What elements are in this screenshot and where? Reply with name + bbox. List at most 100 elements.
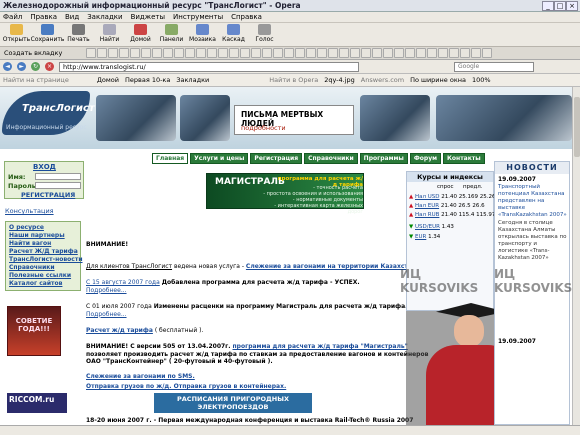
menu-partners[interactable]: Наши партнеры [6, 232, 80, 240]
cascade-button[interactable]: Каскад [220, 24, 247, 46]
username-input[interactable] [35, 173, 81, 180]
tab-28[interactable] [383, 48, 394, 58]
tab-forum[interactable]: Форум [409, 153, 442, 164]
tab-25[interactable] [350, 48, 361, 58]
home-button[interactable]: Домой [127, 24, 154, 46]
answers-search[interactable]: Answers.com [361, 76, 404, 84]
close-button[interactable]: × [566, 1, 578, 11]
bookmark-folder[interactable]: Закладки [176, 76, 209, 84]
tab-36[interactable] [471, 48, 482, 58]
tab-5[interactable] [130, 48, 141, 58]
find-button[interactable]: Найти [96, 24, 123, 46]
menu-find-wagon[interactable]: Найти вагон [6, 240, 80, 248]
stop-icon[interactable]: × [45, 62, 54, 71]
search-field[interactable]: Google [454, 61, 534, 72]
tab-registration[interactable]: Регистрация [250, 153, 303, 164]
tab-12[interactable] [207, 48, 218, 58]
tab-13[interactable] [218, 48, 229, 58]
opera-search[interactable]: Найти в Opera [269, 76, 318, 84]
password-input[interactable] [35, 182, 81, 189]
riccom-ad[interactable]: RICCOM.ru [7, 393, 67, 413]
find-in-page[interactable]: Найти на странице [3, 76, 69, 84]
voice-button[interactable]: Голос [251, 24, 278, 46]
menu-view[interactable]: Вид [65, 13, 79, 21]
tab-21[interactable] [306, 48, 317, 58]
tab-18[interactable] [273, 48, 284, 58]
menu-help[interactable]: Справка [231, 13, 262, 21]
menu-about[interactable]: О ресурсе [6, 224, 80, 232]
maximize-button[interactable]: □ [554, 1, 566, 11]
print-button[interactable]: Печать [65, 24, 92, 46]
cargo-link[interactable]: Отправка грузов по ж/д. Отправка грузов … [86, 383, 286, 391]
tab-22[interactable] [317, 48, 328, 58]
tab-29[interactable] [394, 48, 405, 58]
tab-directories[interactable]: Справочники [304, 153, 358, 164]
tab-9[interactable] [174, 48, 185, 58]
tab-26[interactable] [361, 48, 372, 58]
menu-file[interactable]: Файл [3, 13, 22, 21]
news-item-1[interactable]: Транспортный потенциал Казахстана предст… [498, 184, 568, 219]
tab-17[interactable] [262, 48, 273, 58]
menu-catalog[interactable]: Каталог сайтов [6, 280, 80, 288]
tab-23[interactable] [328, 48, 339, 58]
bookmark-home[interactable]: Домой [97, 76, 119, 84]
magistral-banner[interactable]: МАГИСТРАЛЬ программа для расчета ж/д тар… [206, 173, 364, 215]
tab-7[interactable] [152, 48, 163, 58]
scrollbar-thumb[interactable] [574, 97, 580, 157]
tab-8[interactable] [163, 48, 174, 58]
site-logo[interactable]: ТрансЛогист Информационный ресурс [2, 91, 95, 135]
tab-10[interactable] [185, 48, 196, 58]
tile-button[interactable]: Мозаика [189, 24, 216, 46]
open-button[interactable]: Открыть [3, 24, 30, 46]
tab-34[interactable] [449, 48, 460, 58]
tab-24[interactable] [339, 48, 350, 58]
tab-30[interactable] [405, 48, 416, 58]
bookmark-image[interactable]: 2qy-4.jpg [324, 76, 355, 84]
address-field[interactable]: http://www.translogist.ru/ [59, 61, 359, 72]
tab-1[interactable] [86, 48, 97, 58]
menu-edit[interactable]: Правка [30, 13, 57, 21]
tab-33[interactable] [438, 48, 449, 58]
menu-tools[interactable]: Инструменты [173, 13, 223, 21]
menu-tariff[interactable]: Расчет Ж/Д тарифа [6, 248, 80, 256]
panels-button[interactable]: Панели [158, 24, 185, 46]
consult-link[interactable]: Консультация [5, 207, 54, 215]
minimize-button[interactable]: _ [542, 1, 554, 11]
forward-icon[interactable]: ► [17, 62, 26, 71]
tab-32[interactable] [427, 48, 438, 58]
tab-37[interactable] [482, 48, 493, 58]
tab-4[interactable] [119, 48, 130, 58]
tab-2[interactable] [97, 48, 108, 58]
tab-15[interactable] [240, 48, 251, 58]
menu-directories[interactable]: Справочники [6, 264, 80, 272]
tab-services[interactable]: Услуги и цены [190, 153, 249, 164]
new-tab-button[interactable]: Создать вкладку [0, 49, 66, 57]
tab-contacts[interactable]: Контакты [443, 153, 485, 164]
tab-11[interactable] [196, 48, 207, 58]
back-icon[interactable]: ◄ [3, 62, 12, 71]
tab-3[interactable] [108, 48, 119, 58]
tab-16[interactable] [251, 48, 262, 58]
bottom-news[interactable]: 18-20 июня 2007 г. - Первая международна… [86, 417, 413, 425]
bookmark-top10[interactable]: Первая 10-ка [125, 76, 170, 84]
tab-programs[interactable]: Программы [359, 153, 408, 164]
schedule-banner[interactable]: РАСПИСАНИЯ ПРИГОРОДНЫХ ЭЛЕКТРОПОЕЗДОВ [154, 393, 312, 413]
sms-link[interactable]: Слежение за вагонами по SMS. [86, 373, 195, 381]
tab-31[interactable] [416, 48, 427, 58]
menu-links[interactable]: Полезные ссылки [6, 272, 80, 280]
tab-20[interactable] [295, 48, 306, 58]
menu-news[interactable]: ТрансЛогист-новости [6, 256, 83, 264]
tab-main[interactable]: Главная [152, 153, 189, 164]
zoom-level[interactable]: 100% [472, 76, 491, 84]
tab-6[interactable] [141, 48, 152, 58]
tab-27[interactable] [372, 48, 383, 58]
tab-14[interactable] [229, 48, 240, 58]
reload-icon[interactable]: ↻ [31, 62, 40, 71]
left-ad[interactable]: СОВЕТИЕ ГОДА!!! [7, 306, 61, 356]
register-link[interactable]: РЕГИСТРАЦИЯ [21, 191, 75, 199]
fit-width-toggle[interactable]: По ширине окна [410, 76, 466, 84]
tab-35[interactable] [460, 48, 471, 58]
tab-19[interactable] [284, 48, 295, 58]
save-button[interactable]: Сохранить [31, 24, 64, 46]
menu-widgets[interactable]: Виджеты [131, 13, 165, 21]
